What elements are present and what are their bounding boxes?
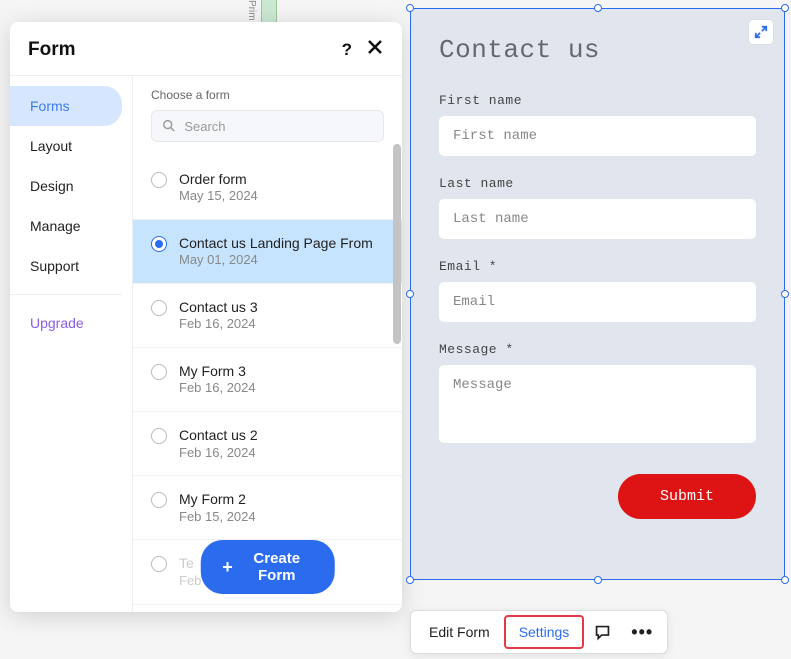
chat-icon	[594, 624, 611, 641]
edit-form-button[interactable]: Edit Form	[415, 616, 504, 648]
panel-body: Forms Layout Design Manage Support Upgra…	[10, 75, 402, 612]
scrollbar[interactable]	[392, 142, 402, 382]
radio-icon[interactable]	[151, 492, 167, 508]
resize-handle[interactable]	[406, 576, 414, 584]
sidebar-item-support[interactable]: Support	[10, 246, 132, 286]
form-item-my-form-2[interactable]: My Form 2 Feb 15, 2024	[133, 476, 402, 540]
choose-form-label: Choose a form	[151, 88, 384, 102]
expand-button[interactable]	[748, 19, 774, 45]
settings-button[interactable]: Settings	[504, 615, 585, 649]
resize-handle[interactable]	[781, 4, 789, 12]
form-item-name: Contact us 3	[179, 298, 258, 316]
firstname-input[interactable]	[439, 116, 756, 156]
search-box[interactable]	[151, 110, 384, 142]
form-settings-panel: Form ? Forms Layout Design Manage Suppor…	[10, 22, 402, 612]
panel-header: Form ?	[10, 22, 402, 75]
more-button[interactable]: •••	[621, 616, 663, 649]
form-item-contact-us-2[interactable]: Contact us 2 Feb 16, 2024	[133, 412, 402, 476]
element-toolbar: Edit Form Settings •••	[410, 610, 668, 654]
form-title: Contact us	[439, 35, 756, 65]
form-item-name: Contact us Landing Page From	[179, 234, 373, 252]
form-item-order-form[interactable]: Order form May 15, 2024	[133, 156, 402, 220]
sidebar-item-upgrade[interactable]: Upgrade	[10, 303, 132, 343]
radio-icon[interactable]	[151, 300, 167, 316]
message-label: Message *	[439, 342, 756, 357]
form-item-my-form-3[interactable]: My Form 3 Feb 16, 2024	[133, 348, 402, 412]
form-item-contact-us-3[interactable]: Contact us 3 Feb 16, 2024	[133, 284, 402, 348]
radio-icon[interactable]	[151, 556, 167, 572]
resize-handle[interactable]	[594, 576, 602, 584]
form-item-name: Contact us 2	[179, 426, 258, 444]
sidebar-divider	[10, 294, 122, 295]
form-item-name: My Form 3	[179, 362, 256, 380]
form-item-name: Order form	[179, 170, 258, 188]
background-label: Prim	[246, 0, 257, 21]
radio-icon[interactable]	[151, 364, 167, 380]
lastname-input[interactable]	[439, 199, 756, 239]
create-form-label: Create Form	[241, 550, 313, 584]
resize-handle[interactable]	[781, 576, 789, 584]
form-item-date: Feb 16, 2024	[179, 380, 256, 397]
resize-handle[interactable]	[594, 4, 602, 12]
email-label: Email *	[439, 259, 756, 274]
sidebar-item-manage[interactable]: Manage	[10, 206, 132, 246]
sidebar-item-design[interactable]: Design	[10, 166, 132, 206]
expand-icon	[754, 25, 768, 39]
form-item-name: My Form 2	[179, 490, 256, 508]
search-input[interactable]	[184, 119, 373, 134]
radio-icon[interactable]	[151, 428, 167, 444]
create-form-button[interactable]: + Create Form	[200, 540, 335, 594]
form-item-date: May 01, 2024	[179, 252, 373, 269]
panel-content: Choose a form Order form May 15, 2024	[132, 76, 402, 612]
plus-icon: +	[222, 558, 233, 576]
panel-title: Form	[28, 39, 76, 61]
form-item-date: May 15, 2024	[179, 188, 258, 205]
message-input[interactable]	[439, 365, 756, 443]
radio-icon[interactable]	[151, 236, 167, 252]
sidebar-item-layout[interactable]: Layout	[10, 126, 132, 166]
form-preview-canvas[interactable]: Contact us First name Last name Email * …	[410, 8, 785, 580]
panel-sidebar: Forms Layout Design Manage Support Upgra…	[10, 76, 132, 612]
panel-header-actions: ?	[342, 38, 384, 61]
resize-handle[interactable]	[781, 290, 789, 298]
firstname-label: First name	[439, 93, 756, 108]
sidebar-item-forms[interactable]: Forms	[10, 86, 122, 126]
form-item-date: Feb 16, 2024	[179, 316, 258, 333]
form-list: Order form May 15, 2024 Contact us Landi…	[133, 142, 402, 605]
form-item-date: Feb 15, 2024	[179, 509, 256, 526]
comment-button[interactable]	[584, 617, 621, 648]
resize-handle[interactable]	[406, 4, 414, 12]
scrollbar-thumb[interactable]	[393, 144, 401, 344]
close-icon[interactable]	[366, 38, 384, 61]
radio-icon[interactable]	[151, 172, 167, 188]
resize-handle[interactable]	[406, 290, 414, 298]
lastname-label: Last name	[439, 176, 756, 191]
submit-button[interactable]: Submit	[618, 474, 756, 519]
email-input[interactable]	[439, 282, 756, 322]
help-icon[interactable]: ?	[342, 40, 352, 60]
search-icon	[162, 118, 176, 134]
form-item-date: Feb 16, 2024	[179, 445, 258, 462]
form-item-contact-us-landing[interactable]: Contact us Landing Page From May 01, 202…	[133, 220, 402, 284]
